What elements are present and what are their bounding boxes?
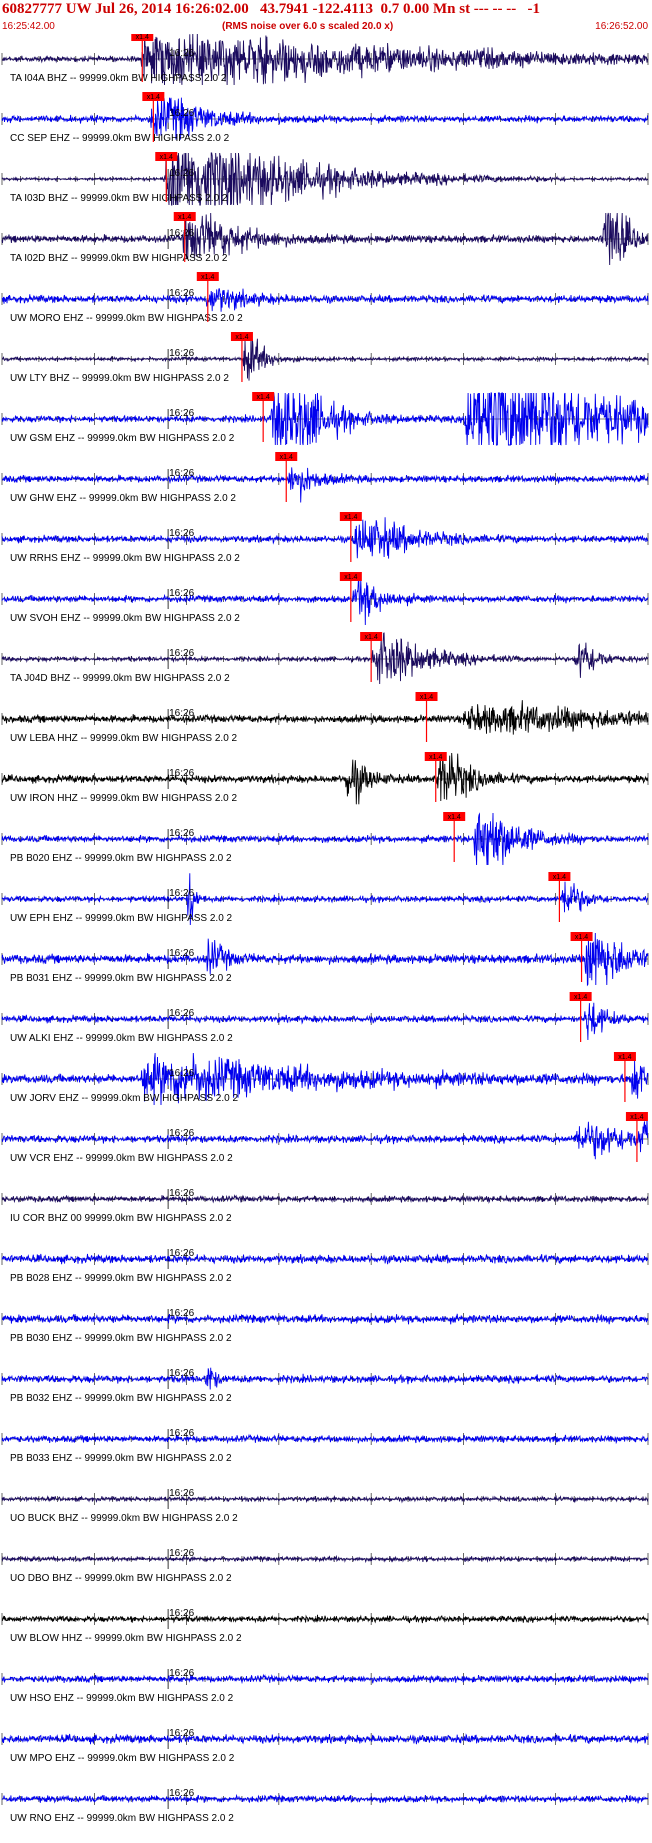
station-label: PB B030 EHZ -- 99999.0km BW HIGHPASS 2.0… [10,1333,232,1344]
minute-label: 16:26 [169,168,194,179]
trace-waveform [1,288,649,312]
pick-label: x1.4 [365,634,378,641]
pick-label: x1.4 [553,874,566,881]
pick-label: x1.4 [574,994,587,1001]
minute-label: 16:26 [169,1368,194,1379]
trace-waveform [1,700,649,735]
station-label: UO DBO BHZ -- 99999.0km BW HIGHPASS 2.0 … [10,1573,232,1584]
minute-label: 16:26 [169,1608,194,1619]
minute-label: 16:26 [169,288,194,299]
minute-label: 16:26 [169,1668,194,1679]
seismogram-chart: 16:26 TA I04A BHZ -- 99999.0km BW HIGHPAS… [1,32,649,1824]
minute-label: 16:26 [169,108,194,119]
pick-label: x1.4 [420,694,433,701]
minute-label: 16:26 [169,1488,194,1499]
pick-label: x1.4 [344,574,357,581]
station-label: UW BLOW HHZ -- 99999.0km BW HIGHPASS 2.0… [10,1633,242,1644]
pick-label: x1.4 [235,334,248,341]
minute-label: 16:26 [169,1128,194,1139]
pick-label: x1.4 [257,394,270,401]
station-label: UW RRHS EHZ -- 99999.0km BW HIGHPASS 2.0… [10,553,240,564]
minute-label: 16:26 [169,528,194,539]
minute-label: 16:26 [169,408,194,419]
minute-label: 16:26 [169,1008,194,1019]
minute-label: 16:26 [169,588,194,599]
pick-label: x1.4 [618,1054,631,1061]
minute-label: 16:26 [169,468,194,479]
minute-label: 16:26 [169,1188,194,1199]
station-label: UW VCR EHZ -- 99999.0km BW HIGHPASS 2.0 … [10,1153,233,1164]
minute-label: 16:26 [169,1308,194,1319]
station-label: UW GHW EHZ -- 99999.0km BW HIGHPASS 2.0 … [10,493,236,504]
station-label: UO BUCK BHZ -- 99999.0km BW HIGHPASS 2.0… [10,1513,238,1524]
minute-label: 16:26 [169,1068,194,1079]
minute-label: 16:26 [169,1248,194,1259]
event-title: 60827777 UW Jul 26, 2014 16:26:02.00 43.… [2,1,541,17]
station-label: UW JORV EHZ -- 99999.0km BW HIGHPASS 2.0… [10,1093,238,1104]
minute-label: 16:26 [169,768,194,779]
plot-header: 60827777 UW Jul 26, 2014 16:26:02.00 43.… [0,0,652,34]
trace-waveform [1,1367,649,1390]
pick-label: x1.4 [575,934,588,941]
minute-label: 16:26 [169,1788,194,1799]
station-label: UW SVOH EHZ -- 99999.0km BW HIGHPASS 2.0… [10,613,240,624]
station-label: IU COR BHZ 00 99999.0km BW HIGHPASS 2.0 … [10,1213,232,1224]
pick-label: x1.4 [280,454,293,461]
station-label: TA I02D BHZ -- 99999.0km BW HIGHPASS 2.0… [10,253,228,264]
minute-label: 16:26 [169,1728,194,1739]
station-label: TA J04D BHZ -- 99999.0km BW HIGHPASS 2.0… [10,673,230,684]
station-label: UW GSM EHZ -- 99999.0km BW HIGHPASS 2.0 … [10,433,235,444]
minute-label: 16:26 [169,888,194,899]
station-label: PB B020 EHZ -- 99999.0km BW HIGHPASS 2.0… [10,853,232,864]
station-label: UW RNO EHZ -- 99999.0km BW HIGHPASS 2.0 … [10,1813,234,1824]
station-label: UW ALKI EHZ -- 99999.0km BW HIGHPASS 2.0… [10,1033,233,1044]
trace-waveform [1,1554,649,1564]
pick-label: x1.4 [201,274,214,281]
pick-label: x1.4 [630,1114,643,1121]
end-time: 16:26:52.00 [595,21,648,32]
minute-label: 16:26 [169,828,194,839]
minute-label: 16:26 [169,948,194,959]
station-label: PB B033 EHZ -- 99999.0km BW HIGHPASS 2.0… [10,1453,232,1464]
minute-label: 16:26 [169,708,194,719]
rms-note: (RMS noise over 6.0 s scaled 20.0 x) [222,21,394,32]
station-label: PB B028 EHZ -- 99999.0km BW HIGHPASS 2.0… [10,1273,232,1284]
station-label: UW LEBA HHZ -- 99999.0km BW HIGHPASS 2.0… [10,733,238,744]
station-label: UW LTY BHZ -- 99999.0km BW HIGHPASS 2.0 … [10,373,229,384]
minute-label: 16:26 [169,1428,194,1439]
pick-label: x1.4 [178,214,191,221]
minute-label: 16:26 [169,1548,194,1559]
minute-label: 16:26 [169,228,194,239]
pick-label: x1.4 [344,514,357,521]
trace-waveform [1,1733,649,1745]
minute-label: 16:26 [169,648,194,659]
station-label: TA I04A BHZ -- 99999.0km BW HIGHPASS 2.0… [10,73,227,84]
station-label: UW MPO EHZ -- 99999.0km BW HIGHPASS 2.0 … [10,1753,235,1764]
minute-label: 16:26 [169,48,194,59]
pick-label: x1.4 [160,154,173,161]
start-time: 16:25:42.00 [2,21,55,32]
station-label: UW IRON HHZ -- 99999.0km BW HIGHPASS 2.0… [10,793,238,804]
station-label: UW EPH EHZ -- 99999.0km BW HIGHPASS 2.0 … [10,913,233,924]
pick-label: x1.4 [136,34,149,41]
trace-waveform [1,1673,649,1685]
trace-waveform [1,1494,649,1504]
station-label: TA I03D BHZ -- 99999.0km BW HIGHPASS 2.0… [10,193,228,204]
seismogram-panel: 16:26 TA I04A BHZ -- 99999.0km BW HIGHPAS… [0,32,652,1838]
minute-label: 16:26 [169,348,194,359]
station-label: CC SEP EHZ -- 99999.0km BW HIGHPASS 2.0 … [10,133,230,144]
station-label: PB B032 EHZ -- 99999.0km BW HIGHPASS 2.0… [10,1393,232,1404]
station-label: PB B031 EHZ -- 99999.0km BW HIGHPASS 2.0… [10,973,232,984]
pick-label: x1.4 [448,814,461,821]
pick-label: x1.4 [429,754,442,761]
pick-label: x1.4 [147,94,160,101]
station-label: UW HSO EHZ -- 99999.0km BW HIGHPASS 2.0 … [10,1693,234,1704]
